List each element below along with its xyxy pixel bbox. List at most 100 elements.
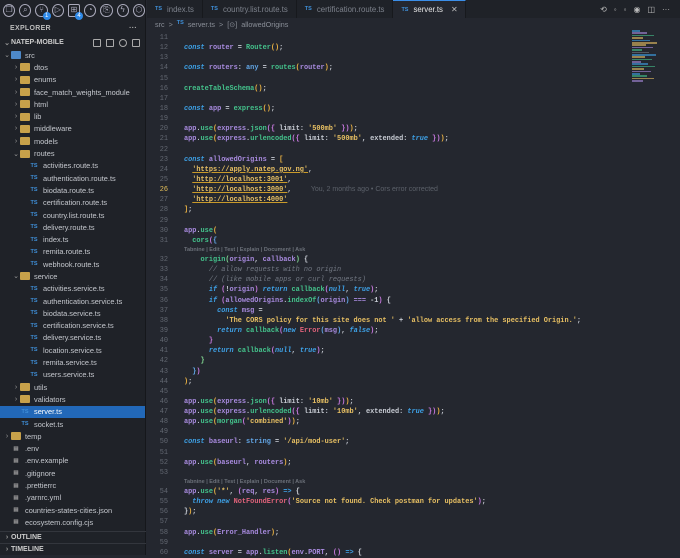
tree-item-countries-states-cities-json[interactable]: ▤ countries-states-cities.json — [0, 504, 145, 516]
code-line: 45 — [147, 387, 630, 397]
project-header[interactable]: ⌄ NATEP-MOBILE — [0, 36, 145, 49]
close-icon[interactable]: ✕ — [451, 5, 458, 14]
lightning-icon[interactable]: ϟ — [116, 3, 129, 17]
tree-item-activities-service-ts[interactable]: TS activities.service.ts — [0, 283, 145, 295]
copilot-icon[interactable]: ◉ — [633, 5, 640, 14]
tree-item-temp[interactable]: › temp — [0, 430, 145, 442]
code-token: false — [349, 326, 371, 335]
refresh-icon[interactable] — [119, 38, 127, 47]
timeline-section[interactable]: › TIMELINE — [0, 543, 146, 555]
search-icon[interactable]: ⌕ — [19, 3, 32, 17]
code-token: , — [254, 255, 263, 264]
code-token: ; — [576, 316, 581, 325]
tree-item-socket-ts[interactable]: TS socket.ts — [0, 418, 145, 430]
code-token: { — [357, 548, 362, 557]
line-number: 14 — [159, 64, 168, 73]
tab-server-ts[interactable]: TS server.ts ✕ — [393, 0, 467, 18]
tree-item-label: utils — [34, 382, 48, 392]
line-number: 16 — [159, 84, 168, 93]
minimap-line — [632, 77, 654, 80]
code-token: ; — [353, 125, 358, 134]
code-token: , — [345, 286, 354, 295]
tab-index-ts[interactable]: TS index.ts — [147, 0, 203, 18]
tree-item-remita-service-ts[interactable]: TS remita.service.ts — [0, 356, 145, 368]
tree-item-country-list-route-ts[interactable]: TS country.list.route.ts — [0, 209, 145, 221]
tree-item-biodata-route-ts[interactable]: TS biodata.route.ts — [0, 184, 145, 196]
source-control-icon[interactable]: ⑂ 1 — [35, 3, 51, 20]
timeline-icon[interactable]: ◔ — [84, 3, 97, 17]
tree-item-index-ts[interactable]: TS index.ts — [0, 233, 145, 245]
tab-label: certification.route.ts — [316, 4, 385, 14]
tree-item-server-ts[interactable]: TS server.ts — [0, 405, 145, 418]
tab-certification-route-ts[interactable]: TS certification.route.ts — [297, 0, 394, 18]
tree-item-enums[interactable]: › enums — [0, 74, 145, 86]
tree-item-models[interactable]: › models — [0, 135, 145, 147]
tree-item-certification-service-ts[interactable]: TS certification.service.ts — [0, 320, 145, 332]
tree-item-delivery-route-ts[interactable]: TS delivery.route.ts — [0, 221, 145, 233]
tree-item-authentication-service-ts[interactable]: TS authentication.service.ts — [0, 295, 145, 307]
tree-item-webhook-route-ts[interactable]: TS webhook.route.ts — [0, 258, 145, 270]
new-file-icon[interactable] — [93, 38, 101, 47]
code-token: ; — [295, 418, 300, 427]
tree-item-validators[interactable]: › validators — [0, 393, 145, 405]
explorer-more-button[interactable]: ··· — [129, 25, 137, 32]
line-content: } — [184, 356, 205, 366]
tree-item-label: .gitignore — [25, 468, 56, 478]
run-debug-icon[interactable]: ▷ — [51, 3, 64, 17]
tree-item-label: delivery.route.ts — [43, 222, 95, 232]
tree-item-service[interactable]: ⌄ service — [0, 270, 145, 282]
outline-section[interactable]: › OUTLINE — [0, 531, 146, 543]
tree-item-users-service-ts[interactable]: TS users.service.ts — [0, 369, 145, 381]
tree-item--env[interactable]: ▤ .env — [0, 443, 145, 455]
code-editor[interactable]: 11 12 const router = Router(); 13 14 const ro… — [147, 33, 630, 558]
tree-item-face-match-weights-module[interactable]: › face_match_weights_module — [0, 86, 145, 98]
breadcrumb-item[interactable]: server.ts — [188, 20, 215, 29]
go-back-icon[interactable]: ⟲ — [600, 5, 607, 14]
breadcrumb-item[interactable]: allowedOrigins — [241, 20, 288, 29]
new-folder-icon[interactable] — [106, 38, 114, 47]
line-number: 54 — [159, 488, 168, 497]
breadcrumb: src > TS server.ts > [⊙] allowedOrigins — [155, 20, 288, 29]
collapse-all-icon[interactable] — [132, 38, 140, 47]
split-editor-icon[interactable]: ◫ — [647, 5, 655, 14]
tab-country-list-route-ts[interactable]: TS country.list.route.ts — [203, 0, 297, 18]
tree-item-utils[interactable]: › utils — [0, 381, 145, 393]
tree-item-html[interactable]: › html — [0, 98, 145, 110]
tree-item-src[interactable]: ⌄ src — [0, 49, 145, 61]
remote-icon[interactable]: ⎘ — [100, 3, 113, 17]
line-number: 41 — [159, 347, 168, 356]
folder-icon — [20, 75, 30, 84]
codelens-actions[interactable]: Tabnine | Edit | Test | Explain | Docume… — [147, 478, 630, 487]
breadcrumb-item[interactable]: src — [155, 20, 165, 29]
tree-item--yarnrc-yml[interactable]: ▤ .yarnrc.yml — [0, 492, 145, 504]
prev-change-icon[interactable]: ◦ — [614, 5, 617, 14]
next-change-icon[interactable]: ◦ — [624, 5, 627, 14]
tree-item-authentication-route-ts[interactable]: TS authentication.route.ts — [0, 172, 145, 184]
explorer-icon[interactable]: ❐ — [3, 3, 16, 17]
tree-item-routes[interactable]: ⌄ routes — [0, 147, 145, 159]
tree-item-activities-route-ts[interactable]: TS activities.route.ts — [0, 160, 145, 172]
tree-item-ecosystem-config-cjs[interactable]: ▤ ecosystem.config.cjs — [0, 516, 145, 528]
codelens-actions[interactable]: Tabnine | Edit | Test | Explain | Docume… — [147, 246, 630, 255]
tree-item--gitignore[interactable]: ▤ .gitignore — [0, 467, 145, 479]
code-token: msg — [324, 326, 338, 335]
minimap-line — [632, 70, 651, 73]
tree-item-biodata-service-ts[interactable]: TS biodata.service.ts — [0, 307, 145, 319]
tree-item-middleware[interactable]: › middleware — [0, 123, 145, 135]
file-icon: ▤ — [13, 482, 19, 489]
extensions-icon[interactable]: ⊞ 4 — [67, 3, 84, 20]
tree-item--env-example[interactable]: ▤ .env.example — [0, 455, 145, 467]
tree-item-delivery-service-ts[interactable]: TS delivery.service.ts — [0, 332, 145, 344]
tree-item--prettierrc[interactable]: ▤ .prettierrc — [0, 479, 145, 491]
code-line: 60 const server = app.listen(env.PORT, ()… — [147, 548, 630, 558]
tree-item-location-service-ts[interactable]: TS location.service.ts — [0, 344, 145, 356]
tree-item-dtos[interactable]: › dtos — [0, 61, 145, 73]
more-actions-icon[interactable]: ··· — [662, 5, 670, 14]
breadcrumb-item[interactable]: [⊙] — [227, 20, 237, 29]
tree-item-certification-route-ts[interactable]: TS certification.route.ts — [0, 197, 145, 209]
typescript-file-icon: TS — [30, 187, 38, 194]
tree-item-remita-route-ts[interactable]: TS remita.route.ts — [0, 246, 145, 258]
minimap[interactable] — [632, 30, 660, 90]
tree-item-lib[interactable]: › lib — [0, 110, 145, 122]
cube-icon[interactable]: ⬡ — [132, 3, 145, 17]
